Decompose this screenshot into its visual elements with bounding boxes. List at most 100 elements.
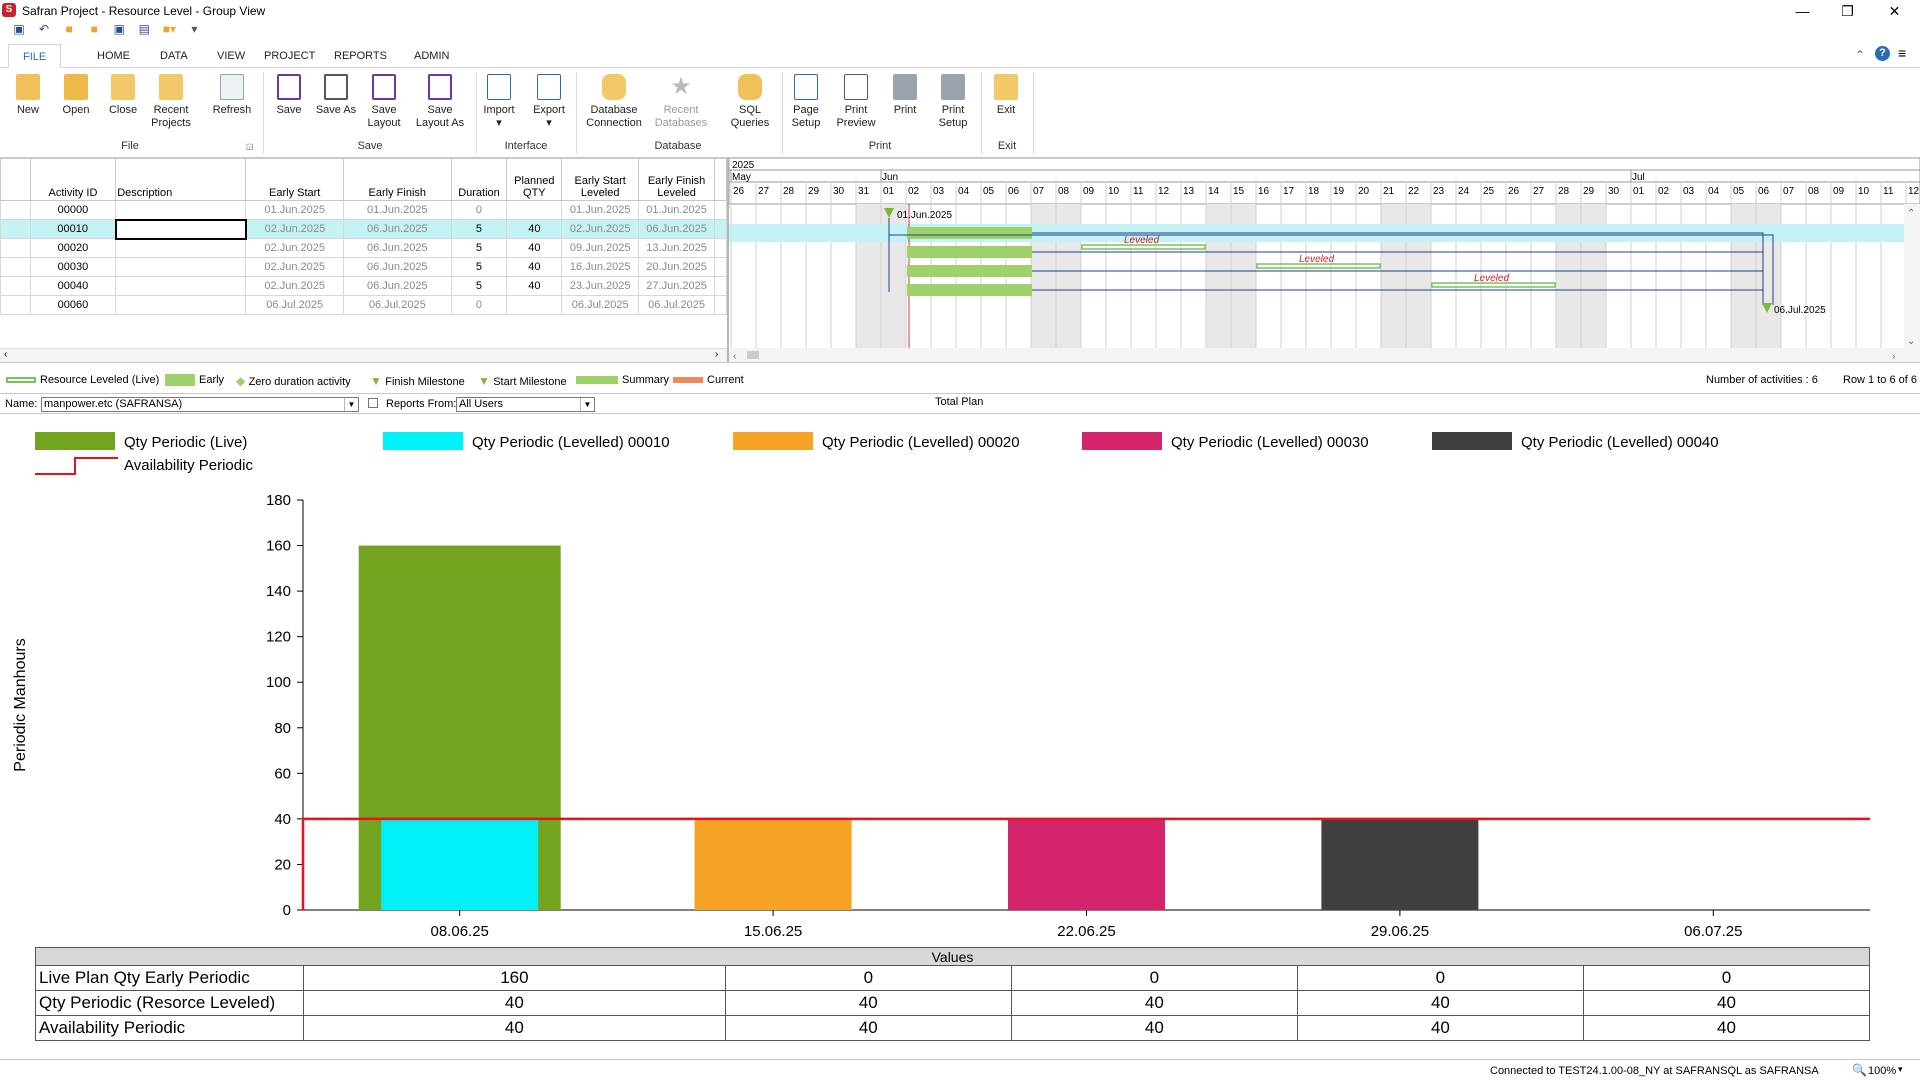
save-layout-as-button[interactable]: Save Layout As [412,74,468,130]
col-duration[interactable]: Duration [450,158,508,201]
open-button[interactable]: Open [58,74,94,117]
cell-early-finish[interactable]: 06.Jun.2025 [343,276,452,296]
tab-project[interactable]: PROJECT [264,50,315,62]
cell-early-start[interactable]: 02.Jun.2025 [245,257,345,277]
close-button[interactable]: Close [105,74,141,117]
cell-duration[interactable]: 5 [450,257,508,277]
refresh-button[interactable]: Refresh [210,74,254,117]
cell-planned-qty[interactable] [506,200,563,220]
cell-early-finish[interactable]: 06.Jul.2025 [343,295,452,315]
print-preview-button[interactable]: Print Preview [832,74,880,130]
qat-print-icon[interactable]: ▤ [135,22,153,38]
help-icon[interactable]: ? [1875,46,1890,61]
cell-early-finish[interactable]: 06.Jun.2025 [343,219,452,239]
zoom-icon[interactable]: 🔍 [1852,1063,1867,1077]
grid-horizontal-scrollbar[interactable]: ‹ › [0,348,727,362]
gantt-chart[interactable]: 2025 May Jun Jul 26 27 28 29 30 31 01 02 03 04 05 06 07 0… [729,158,1920,362]
cell-early-finish[interactable]: 06.Jun.2025 [343,238,452,258]
zoom-dropdown-icon[interactable]: ▾ [1898,1064,1903,1075]
qat-save-all-icon[interactable]: ▣ [110,22,128,38]
qat-open-recent-icon[interactable]: ■ [85,22,103,38]
cell-duration[interactable]: 5 [450,219,508,239]
cell-early-finish-leveled[interactable]: 27.Jun.2025 [638,276,715,296]
cell-early-start[interactable]: 02.Jun.2025 [245,238,345,258]
col-early-finish[interactable]: Early Finish [343,158,452,201]
tab-home[interactable]: HOME [97,50,130,62]
cell-description[interactable] [115,200,247,220]
cell-early-finish-leveled[interactable]: 01.Jun.2025 [638,200,715,220]
table-row[interactable]: 00040 02.Jun.2025 06.Jun.2025 5 40 23.Ju… [0,276,727,296]
cell-activity-id[interactable]: 00060 [29,295,117,315]
cell-early-finish-leveled[interactable]: 20.Jun.2025 [638,257,715,277]
row-header[interactable] [0,295,31,315]
col-description[interactable]: Description [115,158,247,201]
tab-file[interactable]: FILE [8,44,62,69]
zoom-level[interactable]: 100% [1868,1065,1896,1077]
cell-description[interactable] [115,276,247,296]
tab-reports[interactable]: REPORTS [334,50,387,62]
col-activity-id[interactable]: Activity ID [29,158,117,201]
save-button[interactable]: Save [272,74,306,117]
table-row[interactable]: 00030 02.Jun.2025 06.Jun.2025 5 40 16.Ju… [0,257,727,277]
qat-customize-icon[interactable]: ▾ [185,22,203,38]
recent-projects-button[interactable]: Recent Projects [148,74,194,130]
scroll-right-icon[interactable]: › [715,349,718,360]
cell-early-start[interactable]: 06.Jul.2025 [245,295,345,315]
cell-early-start-leveled[interactable]: 01.Jun.2025 [561,200,640,220]
col-early-finish-leveled[interactable]: Early Finish Leveled [638,158,715,201]
reports-from-select[interactable]: All Users ▼ [456,397,595,412]
cell-planned-qty[interactable]: 40 [506,276,563,296]
cell-duration[interactable]: 5 [450,276,508,296]
cell-activity-id[interactable]: 00030 [29,257,117,277]
cell-early-finish-leveled[interactable]: 13.Jun.2025 [638,238,715,258]
cell-early-start[interactable]: 02.Jun.2025 [245,219,345,239]
save-layout-button[interactable]: Save Layout [364,74,404,130]
table-row[interactable]: 00060 06.Jul.2025 06.Jul.2025 0 06.Jul.2… [0,295,727,315]
scroll-down-icon[interactable]: ⌄ [1907,336,1915,347]
cell-planned-qty[interactable]: 40 [506,257,563,277]
cell-planned-qty[interactable] [506,295,563,315]
cell-description[interactable] [115,295,247,315]
cell-early-finish[interactable]: 01.Jun.2025 [343,200,452,220]
cell-early-start[interactable]: 02.Jun.2025 [245,276,345,296]
recent-databases-button[interactable]: ★ Recent Databases [652,74,710,130]
cell-early-start-leveled[interactable]: 23.Jun.2025 [561,276,640,296]
cell-planned-qty[interactable]: 40 [506,238,563,258]
cell-early-start[interactable]: 01.Jun.2025 [245,200,345,220]
new-button[interactable]: New [12,74,44,117]
scroll-right-icon[interactable]: › [1892,351,1895,362]
gantt-horizontal-scrollbar[interactable] [729,348,1920,362]
cell-description[interactable] [115,238,247,258]
col-early-start[interactable]: Early Start [245,158,345,201]
cell-early-finish-leveled[interactable]: 06.Jun.2025 [638,219,715,239]
page-setup-button[interactable]: Page Setup [786,74,826,130]
cell-early-finish-leveled[interactable]: 06.Jul.2025 [638,295,715,315]
cell-duration[interactable]: 0 [450,200,508,220]
tab-data[interactable]: DATA [160,50,188,62]
cell-activity-id[interactable]: 00010 [29,219,117,239]
cell-description-editing[interactable] [114,218,247,240]
cell-description[interactable] [115,257,247,277]
gantt-scroll-thumb[interactable] [747,351,759,359]
row-header[interactable] [0,238,31,258]
tab-admin[interactable]: ADMIN [414,50,449,62]
database-connection-button[interactable]: Database Connection [584,74,644,130]
gantt-vertical-scrollbar[interactable] [1904,204,1920,348]
qat-open-icon[interactable]: ■ [60,22,78,38]
tab-view[interactable]: VIEW [217,50,245,62]
col-early-start-leveled[interactable]: Early Start Leveled [561,158,640,201]
dialog-launcher-icon[interactable]: ◲ [246,142,254,151]
minimize-button[interactable]: — [1780,0,1825,22]
collapse-ribbon-icon[interactable]: ⌃ [1855,48,1865,62]
row-header[interactable] [0,276,31,296]
name-select[interactable]: manpower.etc (SAFRANSA) ▼ [41,397,359,412]
cell-early-start-leveled[interactable]: 09.Jun.2025 [561,238,640,258]
filter-toggle-icon[interactable] [368,398,378,408]
qat-save-icon[interactable]: ▣ [10,22,28,38]
cell-duration[interactable]: 0 [450,295,508,315]
sql-queries-button[interactable]: SQL Queries [730,74,770,130]
scroll-up-icon[interactable]: ⌃ [1907,208,1915,219]
row-header[interactable] [0,219,31,239]
row-header[interactable] [0,257,31,277]
cell-duration[interactable]: 5 [450,238,508,258]
